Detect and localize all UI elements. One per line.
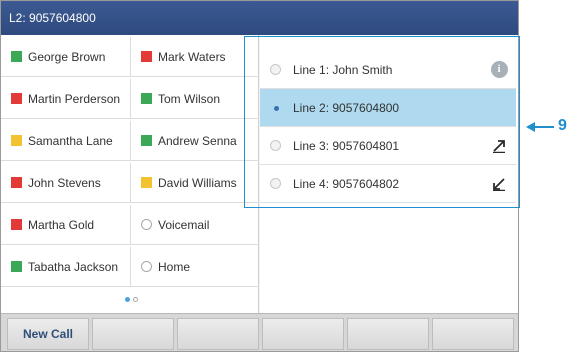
favorite-contact-label: Martin Perderson <box>28 91 121 106</box>
favorite-contact-label: Voicemail <box>158 217 210 232</box>
favorite-contact[interactable]: Andrew Senna <box>130 121 259 161</box>
favorite-contact[interactable]: Martin Perderson <box>1 79 130 119</box>
favorite-contact[interactable]: Voicemail <box>130 205 259 245</box>
presence-status-icon <box>141 93 152 104</box>
favorite-contact[interactable]: Tabatha Jackson <box>1 247 130 287</box>
presence-status-icon <box>141 51 152 62</box>
favorite-contact-label: George Brown <box>28 49 106 64</box>
favorite-contact[interactable]: Martha Gold <box>1 205 130 245</box>
favorite-contact[interactable]: Home <box>130 247 259 287</box>
empty-softkey[interactable] <box>177 318 259 350</box>
favorite-contact-label: Andrew Senna <box>158 133 237 148</box>
presence-status-icon <box>11 93 22 104</box>
favorite-contact-label: Tom Wilson <box>158 91 221 106</box>
radio-circle-icon <box>141 219 152 230</box>
favorite-contact-label: David Williams <box>158 175 237 190</box>
favorites-grid: George Brown Mark Waters Martin Perderson T… <box>1 35 259 289</box>
favorite-contact-label: John Stevens <box>28 175 101 190</box>
favorites-pane: George Brown Mark Waters Martin Perderson T… <box>1 35 259 313</box>
title-bar: L2: 9057604800 <box>1 1 518 35</box>
empty-softkey[interactable] <box>262 318 344 350</box>
favorite-contact[interactable]: John Stevens <box>1 163 130 203</box>
presence-status-icon <box>141 177 152 188</box>
callout-number: 9 <box>558 117 567 134</box>
presence-status-icon <box>11 135 22 146</box>
favorite-contact-label: Mark Waters <box>158 49 226 64</box>
empty-softkey[interactable] <box>432 318 514 350</box>
empty-softkey[interactable] <box>92 318 174 350</box>
page-dot-active <box>125 297 130 302</box>
favorite-contact[interactable]: George Brown <box>1 37 130 77</box>
favorite-contact[interactable]: David Williams <box>130 163 259 203</box>
presence-status-icon <box>141 135 152 146</box>
presence-status-icon <box>11 219 22 230</box>
favorite-contact-label: Martha Gold <box>28 217 95 232</box>
favorite-contact-label: Samantha Lane <box>28 133 113 148</box>
softkey-bar: New Call <box>1 313 518 351</box>
presence-status-icon <box>11 51 22 62</box>
callout-arrow-icon <box>526 122 554 132</box>
page-indicator <box>125 297 138 302</box>
favorite-contact[interactable]: Mark Waters <box>130 37 259 77</box>
presence-status-icon <box>11 261 22 272</box>
empty-softkey[interactable] <box>347 318 429 350</box>
presence-status-icon <box>11 177 22 188</box>
new-call-softkey[interactable]: New Call <box>7 318 89 350</box>
radio-circle-icon <box>141 261 152 272</box>
favorite-contact-label: Home <box>158 259 191 274</box>
title-bar-text: L2: 9057604800 <box>9 11 96 25</box>
favorite-contact[interactable]: Samantha Lane <box>1 121 130 161</box>
callout-box <box>244 36 520 208</box>
favorite-contact[interactable]: Tom Wilson <box>130 79 259 119</box>
favorite-contact-label: Tabatha Jackson <box>28 259 119 274</box>
page-dot-inactive <box>133 297 138 302</box>
